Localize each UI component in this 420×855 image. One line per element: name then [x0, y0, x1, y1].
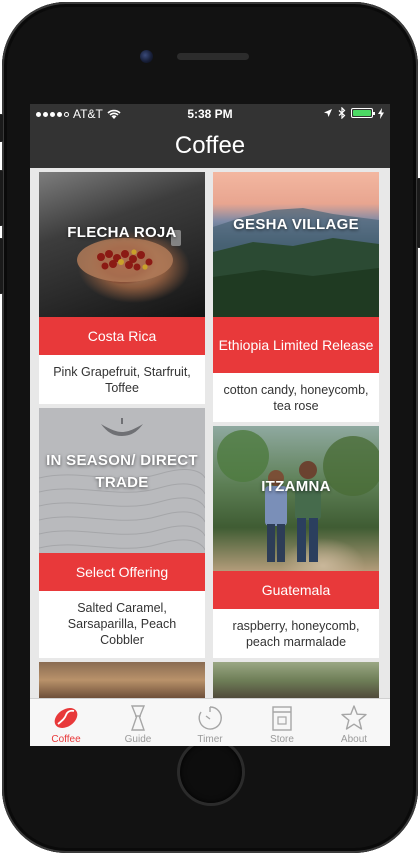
farmers-portrait-image — [217, 430, 379, 562]
coffee-photo: ITZAMNA — [213, 426, 379, 571]
coffee-name: GESHA VILLAGE — [233, 216, 359, 233]
page-title: Coffee — [174, 132, 246, 159]
coffee-name: FLECHA ROJA — [67, 224, 177, 241]
navigation-bar: Coffee — [30, 124, 390, 168]
coffee-name: IN SEASON/ DIRECT TRADE — [46, 452, 198, 491]
origin-label: Guatemala — [261, 582, 331, 598]
home-button[interactable] — [180, 741, 242, 803]
chemex-icon — [130, 705, 146, 731]
tab-label: Store — [270, 734, 294, 745]
tab-about[interactable]: About — [318, 699, 390, 746]
tasting-notes: cotton candy, honeycomb, tea rose — [223, 383, 369, 413]
coffee-photo: IN SEASON/ DIRECT TRADE — [39, 408, 205, 553]
origin-band: Ethiopia Limited Release — [213, 317, 379, 373]
coffee-name: ITZAMNA — [261, 478, 331, 495]
coffee-bean-icon — [54, 708, 78, 728]
volume-down-button — [0, 238, 3, 294]
tasting-notes: Salted Caramel, Sarsaparilla, Peach Cobb… — [67, 601, 177, 647]
coffee-card-partial[interactable] — [39, 662, 205, 698]
tab-guide[interactable]: Guide — [102, 699, 174, 746]
star-icon — [341, 705, 367, 730]
earpiece-speaker — [177, 53, 249, 60]
winged-logo-icon — [101, 418, 143, 436]
tab-coffee[interactable]: Coffee — [30, 699, 102, 746]
coffee-card-gesha-village[interactable]: GESHA VILLAGE Ethiopia Limited Release c… — [213, 172, 379, 422]
charging-bolt-icon — [378, 107, 384, 119]
coffee-card-partial[interactable] — [213, 662, 379, 698]
timer-icon — [198, 706, 222, 730]
coffee-grid[interactable]: FLECHA ROJA Costa Rica Pink Grapefruit, … — [30, 168, 390, 698]
origin-label: Ethiopia Limited Release — [218, 337, 374, 353]
coffee-photo: GESHA VILLAGE — [213, 172, 379, 317]
bluetooth-icon — [338, 107, 346, 119]
battery-icon — [351, 108, 375, 118]
screen: AT&T 5:38 PM Coffee FLECHA ROJA Costa Ri… — [30, 104, 390, 746]
mountain-landscape-image — [213, 208, 379, 317]
tasting-notes: raspberry, honeycomb, peach marmalade — [232, 619, 360, 649]
store-bag-icon — [272, 706, 292, 731]
tab-bar: Coffee Guide Timer Store About — [30, 698, 390, 746]
tab-label: Guide — [124, 734, 152, 745]
volume-up-button — [0, 170, 3, 226]
mute-switch — [0, 114, 3, 142]
coffee-card-flecha-roja[interactable]: FLECHA ROJA Costa Rica Pink Grapefruit, … — [39, 172, 205, 404]
tasting-notes: Pink Grapefruit, Starfruit, Toffee — [53, 365, 191, 395]
origin-band: Select Offering — [39, 553, 205, 591]
status-bar: AT&T 5:38 PM — [30, 104, 390, 124]
tab-timer[interactable]: Timer — [174, 699, 246, 746]
location-arrow-icon — [324, 109, 332, 117]
origin-label: Select Offering — [75, 564, 169, 580]
origin-label: Costa Rica — [87, 328, 157, 344]
tab-store[interactable]: Store — [246, 699, 318, 746]
tab-label: Timer — [197, 734, 223, 745]
coffee-photo: FLECHA ROJA — [39, 172, 205, 317]
coffee-card-in-season[interactable]: IN SEASON/ DIRECT TRADE Select Offering … — [39, 408, 205, 658]
hands-cherries-image — [77, 230, 181, 282]
tab-label: About — [340, 734, 368, 745]
coffee-card-itzamna[interactable]: ITZAMNA Guatemala raspberry, honeycomb, … — [213, 426, 379, 658]
tab-label: Coffee — [51, 734, 81, 745]
origin-band: Costa Rica — [39, 317, 205, 355]
origin-band: Guatemala — [213, 571, 379, 609]
front-camera — [140, 50, 153, 63]
